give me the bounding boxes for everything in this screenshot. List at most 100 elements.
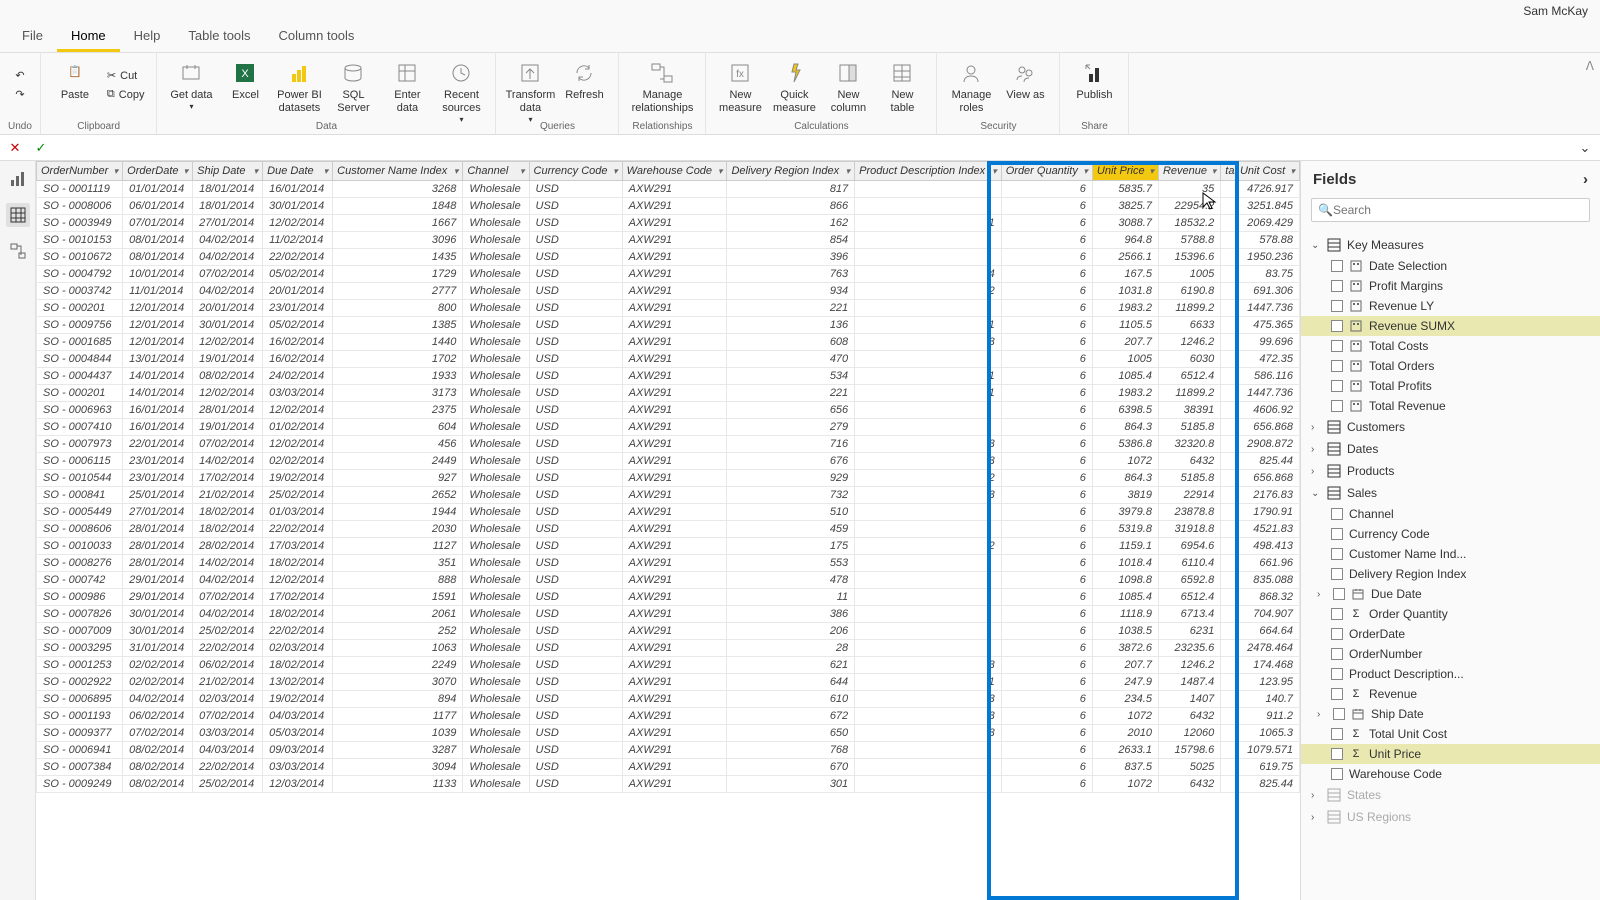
- redo-button[interactable]: ↷: [11, 86, 28, 103]
- field-table[interactable]: ⌄Sales: [1301, 482, 1600, 504]
- excel-button[interactable]: XExcel: [219, 55, 271, 106]
- column-header[interactable]: Warehouse Code▾: [622, 162, 727, 181]
- field-checkbox[interactable]: [1331, 568, 1343, 580]
- field-item[interactable]: ΣUnit Price: [1301, 744, 1600, 764]
- manage-relationships-button[interactable]: Manage relationships: [627, 55, 697, 119]
- new-column-button[interactable]: New column: [822, 55, 874, 119]
- column-header[interactable]: Ship Date▾: [193, 162, 263, 181]
- field-checkbox[interactable]: [1331, 768, 1343, 780]
- field-checkbox[interactable]: [1333, 708, 1345, 720]
- field-table[interactable]: ›Dates: [1301, 438, 1600, 460]
- quick-measure-button[interactable]: Quick measure: [768, 55, 820, 119]
- filter-dropdown-icon[interactable]: ▾: [1083, 166, 1088, 177]
- copy-button[interactable]: ⧉Copy: [103, 86, 149, 103]
- transform-data-button[interactable]: Transform data▾: [504, 55, 556, 129]
- table-row[interactable]: SO - 00098629/01/201407/02/201417/02/201…: [37, 589, 1300, 606]
- field-checkbox[interactable]: [1331, 528, 1343, 540]
- field-checkbox[interactable]: [1331, 668, 1343, 680]
- table-row[interactable]: SO - 000168512/01/201412/02/201416/02/20…: [37, 334, 1300, 351]
- column-header[interactable]: Product Description Index▾: [855, 162, 1002, 181]
- table-row[interactable]: SO - 000394907/01/201427/01/201412/02/20…: [37, 215, 1300, 232]
- column-header[interactable]: Due Date▾: [263, 162, 333, 181]
- filter-dropdown-icon[interactable]: ▾: [613, 166, 618, 177]
- field-checkbox[interactable]: [1331, 648, 1343, 660]
- tab-column-tools[interactable]: Column tools: [265, 22, 369, 52]
- search-input[interactable]: [1333, 203, 1583, 217]
- field-checkbox[interactable]: [1331, 360, 1343, 372]
- undo-button[interactable]: ↶: [11, 67, 28, 84]
- tab-help[interactable]: Help: [120, 22, 175, 52]
- table-row[interactable]: SO - 000611523/01/201414/02/201402/02/20…: [37, 453, 1300, 470]
- field-item[interactable]: ΣTotal Unit Cost: [1301, 724, 1600, 744]
- field-item[interactable]: Revenue LY: [1301, 296, 1600, 316]
- table-row[interactable]: SO - 000119306/02/201407/02/201404/03/20…: [37, 708, 1300, 725]
- table-row[interactable]: SO - 00074229/01/201404/02/201412/02/201…: [37, 572, 1300, 589]
- field-checkbox[interactable]: [1331, 340, 1343, 352]
- table-row[interactable]: SO - 000696316/01/201428/01/201412/02/20…: [37, 402, 1300, 419]
- field-item[interactable]: ΣRevenue: [1301, 684, 1600, 704]
- field-item[interactable]: Profit Margins: [1301, 276, 1600, 296]
- field-item[interactable]: OrderNumber: [1301, 644, 1600, 664]
- field-checkbox[interactable]: [1331, 628, 1343, 640]
- table-row[interactable]: SO - 000797322/01/201407/02/201412/02/20…: [37, 436, 1300, 453]
- field-checkbox[interactable]: [1331, 260, 1343, 272]
- get-data-button[interactable]: Get data▾: [165, 55, 217, 116]
- table-row[interactable]: SO - 000484413/01/201419/01/201416/02/20…: [37, 351, 1300, 368]
- table-row[interactable]: SO - 000924908/02/201425/02/201412/03/20…: [37, 776, 1300, 793]
- filter-dropdown-icon[interactable]: ▾: [114, 166, 119, 177]
- column-header[interactable]: Channel▾: [463, 162, 529, 181]
- column-header[interactable]: OrderDate▾: [123, 162, 193, 181]
- field-item[interactable]: Customer Name Ind...: [1301, 544, 1600, 564]
- field-checkbox[interactable]: [1331, 728, 1343, 740]
- table-row[interactable]: SO - 000741016/01/201419/01/201401/02/20…: [37, 419, 1300, 436]
- field-checkbox[interactable]: [1331, 300, 1343, 312]
- field-table[interactable]: ›Customers: [1301, 416, 1600, 438]
- field-checkbox[interactable]: [1331, 280, 1343, 292]
- filter-dropdown-icon[interactable]: ▾: [324, 166, 329, 177]
- filter-dropdown-icon[interactable]: ▾: [520, 166, 525, 177]
- table-row[interactable]: SO - 001067208/01/201404/02/201422/02/20…: [37, 249, 1300, 266]
- table-row[interactable]: SO - 00084125/01/201421/02/201425/02/201…: [37, 487, 1300, 504]
- new-measure-button[interactable]: fxNew measure: [714, 55, 766, 119]
- table-row[interactable]: SO - 000827628/01/201414/02/201418/02/20…: [37, 555, 1300, 572]
- field-item[interactable]: Currency Code: [1301, 524, 1600, 544]
- field-table[interactable]: ›States: [1301, 784, 1600, 806]
- field-item[interactable]: Channel: [1301, 504, 1600, 524]
- field-table[interactable]: ›Products: [1301, 460, 1600, 482]
- table-row[interactable]: SO - 00020112/01/201420/01/201423/01/201…: [37, 300, 1300, 317]
- field-checkbox[interactable]: [1331, 688, 1343, 700]
- field-item[interactable]: OrderDate: [1301, 624, 1600, 644]
- field-item[interactable]: Total Costs: [1301, 336, 1600, 356]
- column-header[interactable]: Revenue▾: [1158, 162, 1220, 181]
- field-checkbox[interactable]: [1331, 748, 1343, 760]
- field-item[interactable]: ΣOrder Quantity: [1301, 604, 1600, 624]
- field-item[interactable]: Warehouse Code: [1301, 764, 1600, 784]
- formula-commit-button[interactable]: ✓: [32, 139, 50, 157]
- filter-dropdown-icon[interactable]: ▾: [992, 166, 997, 177]
- report-view-button[interactable]: [6, 167, 30, 191]
- field-table[interactable]: ›US Regions: [1301, 806, 1600, 828]
- column-header[interactable]: OrderNumber▾: [37, 162, 123, 181]
- filter-dropdown-icon[interactable]: ▾: [454, 166, 459, 177]
- field-item[interactable]: Total Revenue: [1301, 396, 1600, 416]
- collapse-ribbon-button[interactable]: ᐱ: [1580, 53, 1600, 134]
- field-item[interactable]: Product Description...: [1301, 664, 1600, 684]
- tab-file[interactable]: File: [8, 22, 57, 52]
- column-header[interactable]: Order Quantity▾: [1001, 162, 1092, 181]
- table-row[interactable]: SO - 000694108/02/201404/03/201409/03/20…: [37, 742, 1300, 759]
- field-checkbox[interactable]: [1331, 548, 1343, 560]
- table-row[interactable]: SO - 000937707/02/201403/03/201405/03/20…: [37, 725, 1300, 742]
- field-table[interactable]: ⌄Key Measures: [1301, 234, 1600, 256]
- field-item[interactable]: Delivery Region Index: [1301, 564, 1600, 584]
- table-row[interactable]: SO - 001054423/01/201417/02/201419/02/20…: [37, 470, 1300, 487]
- data-table[interactable]: OrderNumber▾OrderDate▾Ship Date▾Due Date…: [36, 161, 1300, 900]
- table-row[interactable]: SO - 000700930/01/201425/02/201422/02/20…: [37, 623, 1300, 640]
- field-item[interactable]: ›Due Date: [1301, 584, 1600, 604]
- formula-cancel-button[interactable]: ✕: [6, 139, 24, 157]
- recent-sources-button[interactable]: Recent sources▾: [435, 55, 487, 129]
- tab-home[interactable]: Home: [57, 22, 120, 52]
- column-header[interactable]: Customer Name Index▾: [333, 162, 463, 181]
- data-view-button[interactable]: [6, 203, 30, 227]
- sql-server-button[interactable]: SQL Server: [327, 55, 379, 119]
- field-checkbox[interactable]: [1333, 588, 1345, 600]
